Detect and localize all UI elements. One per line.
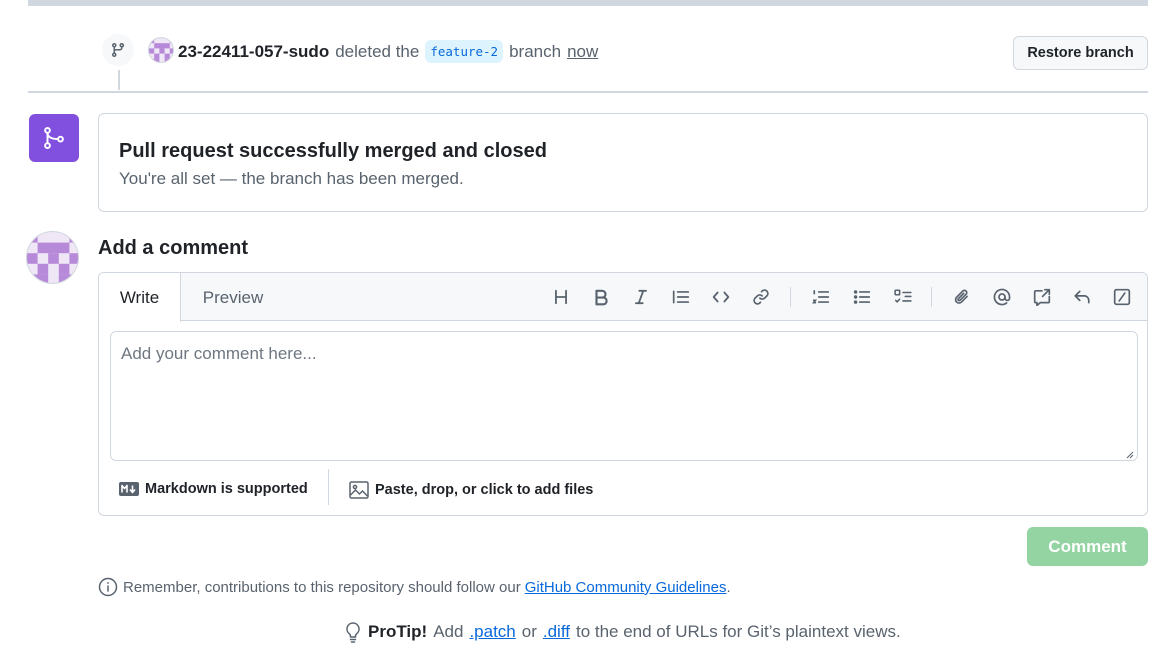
attach-files-area[interactable]: Paste, drop, or click to add files: [349, 481, 593, 499]
italic-icon[interactable]: [629, 285, 653, 309]
merged-subtitle: You're all set — the branch has been mer…: [119, 169, 464, 188]
event-action: deleted the: [335, 41, 420, 61]
unordered-list-icon[interactable]: [850, 285, 874, 309]
event-description: 23-22411-057-sudo deleted the feature-2 …: [178, 40, 598, 63]
merged-title: Pull request successfully merged and clo…: [119, 140, 547, 162]
link-icon[interactable]: [749, 285, 773, 309]
merged-status-box: Pull request successfully merged and clo…: [98, 113, 1148, 212]
markdown-supported-link[interactable]: Markdown is supported: [119, 481, 308, 497]
toolbar-divider: [790, 287, 791, 307]
community-guidelines-link[interactable]: GitHub Community Guidelines: [525, 579, 727, 596]
community-guidelines-note: Remember, contributions to this reposito…: [98, 577, 731, 597]
reference-icon[interactable]: [1030, 285, 1054, 309]
current-user-avatar[interactable]: [26, 231, 79, 284]
editor-toolbar: Write Preview: [99, 273, 1147, 322]
protip-add: Add: [433, 622, 464, 641]
protip-label: ProTip!: [368, 622, 428, 641]
task-list-icon[interactable]: [891, 285, 915, 309]
branch-deleted-event: 23-22411-057-sudo deleted the feature-2 …: [100, 32, 1148, 90]
heading-icon[interactable]: [549, 285, 573, 309]
comment-editor: Write Preview Add your comment here... M…: [98, 272, 1148, 516]
light-bulb-icon: [346, 622, 360, 643]
event-branch-word: branch: [509, 41, 562, 61]
footer-divider: [328, 469, 329, 505]
event-timestamp[interactable]: now: [567, 42, 598, 62]
protip-or: or: [521, 622, 537, 641]
quote-icon[interactable]: [669, 285, 693, 309]
toolbar-divider: [931, 287, 932, 307]
timeline-connector: [118, 70, 120, 90]
markdown-note: Markdown is supported: [145, 481, 308, 497]
git-merge-icon: [44, 127, 64, 149]
protip: ProTip! Add .patch or .diff to the end o…: [344, 621, 901, 643]
resize-grip-icon[interactable]: [1124, 449, 1134, 459]
remember-period: .: [726, 578, 731, 596]
branch-name[interactable]: feature-2: [425, 40, 504, 63]
markdown-icon: [119, 482, 139, 496]
remember-text: Remember, contributions to this reposito…: [123, 578, 521, 596]
patch-link[interactable]: .patch: [469, 622, 515, 642]
attach-icon[interactable]: [950, 285, 974, 309]
diff-link[interactable]: .diff: [543, 622, 570, 642]
timeline-separator: [28, 91, 1148, 93]
add-comment-heading: Add a comment: [98, 237, 249, 259]
identicon: [27, 232, 78, 283]
event-username[interactable]: 23-22411-057-sudo: [178, 42, 329, 62]
merged-badge: [29, 114, 79, 162]
info-icon: [98, 577, 118, 597]
image-icon: [349, 481, 369, 499]
branch-event-badge: [100, 32, 136, 68]
files-note: Paste, drop, or click to add files: [375, 482, 594, 498]
editor-footer: Markdown is supported Paste, drop, or cl…: [99, 469, 1147, 515]
comment-submit-button[interactable]: Comment: [1027, 527, 1148, 566]
timeline-top-rule: [28, 0, 1148, 6]
slash-command-icon[interactable]: [1110, 285, 1134, 309]
bold-icon[interactable]: [589, 285, 613, 309]
user-avatar[interactable]: [148, 37, 174, 63]
comment-textarea[interactable]: [110, 331, 1138, 461]
reply-icon[interactable]: [1070, 285, 1094, 309]
numbered-list-icon[interactable]: [809, 285, 833, 309]
restore-branch-button[interactable]: Restore branch: [1013, 36, 1148, 70]
mention-icon[interactable]: [990, 285, 1014, 309]
git-branch-icon: [111, 43, 124, 58]
identicon: [149, 38, 173, 62]
tab-preview[interactable]: Preview: [183, 273, 283, 322]
code-icon[interactable]: [709, 285, 733, 309]
protip-rest: to the end of URLs for Git’s plaintext v…: [575, 622, 901, 641]
tab-write[interactable]: Write: [99, 273, 181, 322]
